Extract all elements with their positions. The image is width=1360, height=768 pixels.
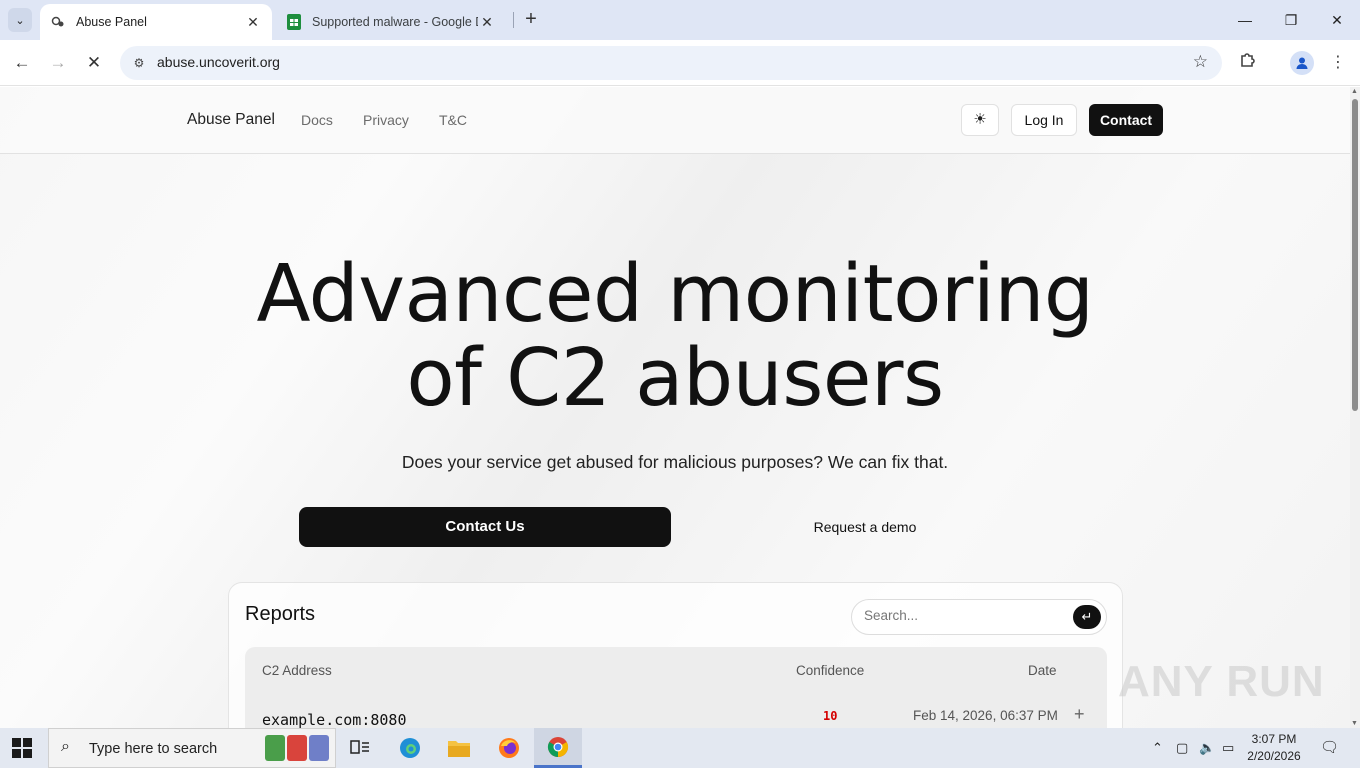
column-header-date: Date bbox=[1028, 663, 1057, 678]
page-viewport: Abuse Panel Docs Privacy T&C ☀ Log In Co… bbox=[0, 87, 1350, 728]
scroll-down-arrow-icon[interactable]: ▼ bbox=[1351, 720, 1358, 727]
extensions-puzzle-icon[interactable] bbox=[1236, 51, 1260, 75]
task-view-icon[interactable] bbox=[336, 728, 384, 768]
reports-panel: Reports ↵ C2 Address Confidence Date exa… bbox=[228, 582, 1123, 728]
anyrun-watermark: ANY RUN bbox=[1118, 657, 1325, 706]
hero-title-line-1: Advanced monitoring bbox=[256, 248, 1094, 340]
scrollbar-thumb[interactable] bbox=[1352, 99, 1358, 411]
taskbar-search-box[interactable]: ⌕ Type here to search bbox=[48, 728, 336, 768]
nav-privacy[interactable]: Privacy bbox=[363, 112, 409, 128]
minimize-icon[interactable]: — bbox=[1230, 8, 1260, 32]
network-icon[interactable]: ▭ bbox=[1222, 740, 1234, 756]
table-row[interactable]: example.com:8080 10 Feb 14, 2026, 06:37 … bbox=[245, 697, 1107, 728]
spyware-icon bbox=[50, 14, 66, 30]
profile-avatar-icon[interactable] bbox=[1290, 51, 1314, 75]
contact-button[interactable]: Contact bbox=[1089, 104, 1163, 136]
search-icon: ⌕ bbox=[61, 738, 70, 755]
clock-time: 3:07 PM bbox=[1251, 732, 1297, 746]
hero-title-line-2: of C2 abusers bbox=[406, 332, 944, 424]
expand-plus-icon[interactable]: + bbox=[1074, 704, 1085, 725]
window-close-icon[interactable]: ✕ bbox=[1322, 8, 1352, 32]
confidence-cell: 10 bbox=[823, 709, 838, 723]
file-explorer-icon[interactable] bbox=[435, 728, 483, 768]
hero-title: Advanced monitoring of C2 abusers bbox=[150, 252, 1200, 420]
chrome-icon[interactable] bbox=[534, 728, 582, 768]
search-highlight-gifts-icon bbox=[265, 735, 331, 763]
tab-abuse-panel[interactable]: Abuse Panel ✕ bbox=[40, 4, 272, 40]
clock-date: 2/20/2026 bbox=[1247, 749, 1301, 763]
bookmark-star-icon[interactable]: ☆ bbox=[1193, 52, 1208, 72]
column-header-c2-address: C2 Address bbox=[262, 663, 332, 678]
more-menu-icon[interactable]: ⋮ bbox=[1326, 51, 1350, 75]
login-button[interactable]: Log In bbox=[1011, 104, 1077, 136]
volume-icon[interactable]: 🔈 bbox=[1199, 740, 1215, 756]
taskbar-search-placeholder: Type here to search bbox=[89, 741, 218, 757]
tab-title: Supported malware - Google D bbox=[312, 15, 478, 29]
tab-separator bbox=[513, 12, 514, 28]
reports-search: ↵ bbox=[851, 599, 1107, 635]
hero-subtitle: Does your service get abused for malicio… bbox=[401, 452, 949, 472]
browser-toolbar: ← → ✕ ⚙ abuse.uncoverit.org ☆ ⋮ bbox=[0, 40, 1360, 86]
restore-icon[interactable]: ❐ bbox=[1276, 8, 1306, 32]
nav-docs[interactable]: Docs bbox=[301, 112, 333, 128]
firefox-icon[interactable] bbox=[485, 728, 533, 768]
tab-supported-malware[interactable]: Supported malware - Google D ✕ bbox=[276, 4, 506, 40]
new-tab-plus-icon[interactable]: + bbox=[520, 8, 542, 32]
tab-title: Abuse Panel bbox=[76, 15, 147, 29]
page-scrollbar[interactable]: ▲ ▼ bbox=[1350, 87, 1360, 728]
sheets-icon bbox=[286, 14, 302, 30]
stop-loading-icon[interactable]: ✕ bbox=[82, 51, 106, 75]
tab-search-dropdown-icon[interactable]: ⌄ bbox=[8, 8, 32, 32]
url-text[interactable]: abuse.uncoverit.org bbox=[157, 54, 280, 70]
taskbar-clock[interactable]: 3:07 PM 2/20/2026 bbox=[1246, 731, 1302, 765]
edge-browser-icon[interactable] bbox=[386, 728, 434, 768]
reports-table: C2 Address Confidence Date example.com:8… bbox=[245, 647, 1107, 728]
scroll-up-arrow-icon[interactable]: ▲ bbox=[1351, 88, 1358, 95]
contact-us-button[interactable]: Contact Us bbox=[299, 507, 671, 547]
enter-return-icon[interactable]: ↵ bbox=[1073, 605, 1101, 629]
nav-terms[interactable]: T&C bbox=[439, 112, 467, 128]
address-bar[interactable]: ⚙ abuse.uncoverit.org ☆ bbox=[120, 46, 1222, 80]
tray-chevron-up-icon[interactable]: ⌃ bbox=[1152, 740, 1163, 756]
windows-taskbar: ⌕ Type here to search ⌃ ▢ 🔈 ▭ 3:07 PM 2/… bbox=[0, 728, 1360, 768]
windows-start-icon[interactable] bbox=[12, 738, 32, 758]
theme-toggle-sun-icon[interactable]: ☀ bbox=[961, 104, 999, 136]
forward-arrow-icon[interactable]: → bbox=[46, 51, 70, 75]
notification-center-icon[interactable]: 🗨 bbox=[1320, 738, 1339, 756]
site-info-icon[interactable]: ⚙ bbox=[130, 54, 148, 72]
browser-tab-bar: ⌄ Abuse Panel ✕ Supported malware - Goog… bbox=[0, 0, 1360, 40]
reports-search-input[interactable] bbox=[864, 608, 1064, 623]
reports-title: Reports bbox=[245, 603, 316, 625]
brand-logo-text[interactable]: Abuse Panel bbox=[187, 111, 275, 129]
c2-address-cell: example.com:8080 bbox=[262, 711, 407, 728]
column-header-confidence: Confidence bbox=[796, 663, 865, 678]
back-arrow-icon[interactable]: ← bbox=[10, 51, 34, 75]
request-demo-button[interactable]: Request a demo bbox=[700, 507, 1030, 547]
site-header: Abuse Panel Docs Privacy T&C ☀ Log In Co… bbox=[0, 87, 1350, 154]
tray-device-icon[interactable]: ▢ bbox=[1176, 740, 1188, 756]
date-cell: Feb 14, 2026, 06:37 PM bbox=[913, 708, 1058, 723]
tab-close-icon[interactable]: ✕ bbox=[244, 14, 262, 31]
tab-close-icon[interactable]: ✕ bbox=[478, 14, 496, 31]
